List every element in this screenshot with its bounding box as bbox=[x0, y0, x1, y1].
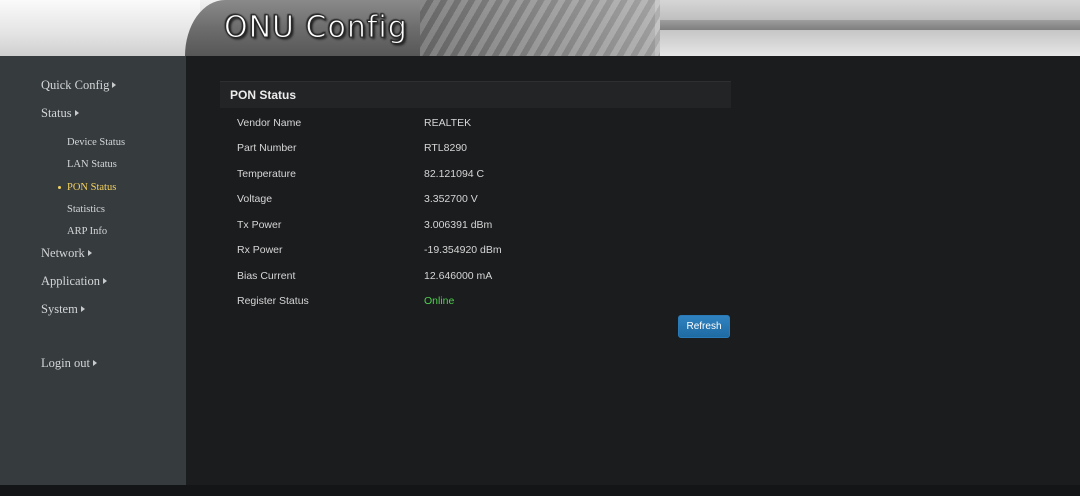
nav-pon-status[interactable]: PON Status bbox=[58, 182, 117, 193]
label-part-number: Part Number bbox=[237, 142, 297, 154]
label-bias-current: Bias Current bbox=[237, 270, 296, 282]
nav-network[interactable]: Network bbox=[41, 246, 92, 261]
refresh-button[interactable]: Refresh bbox=[678, 315, 730, 338]
app-title: ONU Config bbox=[224, 10, 408, 46]
nav-login-out[interactable]: Login out bbox=[41, 356, 97, 371]
caret-right-icon bbox=[87, 250, 92, 257]
value-part-number: RTL8290 bbox=[424, 142, 468, 154]
nav-quick-config[interactable]: Quick Config bbox=[41, 78, 117, 93]
value-tx-power: 3.006391 dBm bbox=[424, 219, 493, 231]
nav-network-label: Network bbox=[41, 246, 85, 260]
sidebar: Quick Config Status Device Status LAN St… bbox=[0, 56, 186, 485]
caret-right-icon bbox=[92, 360, 97, 367]
footer-bar bbox=[0, 485, 1080, 496]
label-tx-power: Tx Power bbox=[237, 219, 282, 231]
nav-system-label: System bbox=[41, 302, 78, 316]
pon-status-panel: PON Status Vendor Name REALTEK Part Numb… bbox=[220, 81, 731, 338]
active-bullet-icon bbox=[58, 186, 61, 189]
nav-application[interactable]: Application bbox=[41, 274, 108, 289]
label-voltage: Voltage bbox=[237, 193, 273, 205]
header-stripe bbox=[660, 20, 1080, 30]
label-vendor-name: Vendor Name bbox=[237, 117, 302, 129]
value-rx-power: -19.354920 dBm bbox=[424, 244, 502, 256]
value-bias-current: 12.646000 mA bbox=[424, 270, 493, 282]
caret-right-icon bbox=[80, 306, 85, 313]
value-register-status: Online bbox=[424, 295, 455, 307]
nav-device-status[interactable]: Device Status bbox=[67, 137, 125, 148]
nav-lan-status[interactable]: LAN Status bbox=[67, 159, 117, 170]
value-vendor-name: REALTEK bbox=[424, 117, 472, 129]
value-voltage: 3.352700 V bbox=[424, 193, 478, 205]
page-title: PON Status bbox=[230, 88, 297, 102]
nav-login-out-label: Login out bbox=[41, 356, 90, 370]
nav-statistics[interactable]: Statistics bbox=[67, 204, 105, 215]
nav-system[interactable]: System bbox=[41, 302, 85, 317]
header-left-panel bbox=[0, 0, 200, 56]
caret-right-icon bbox=[74, 110, 79, 117]
caret-right-icon bbox=[103, 278, 108, 285]
label-rx-power: Rx Power bbox=[237, 244, 283, 256]
nav-application-label: Application bbox=[41, 274, 101, 288]
label-temperature: Temperature bbox=[237, 168, 296, 180]
panel-header: PON Status bbox=[220, 81, 731, 108]
nav-arp-info[interactable]: ARP Info bbox=[67, 226, 107, 237]
header-banner: ONU Config bbox=[0, 0, 1080, 56]
nav-status[interactable]: Status bbox=[41, 106, 79, 121]
value-temperature: 82.121094 C bbox=[424, 168, 485, 180]
nav-quick-config-label: Quick Config bbox=[41, 78, 110, 92]
nav-status-label: Status bbox=[41, 106, 72, 120]
label-register-status: Register Status bbox=[237, 295, 309, 307]
caret-right-icon bbox=[112, 82, 117, 89]
nav-pon-status-label: PON Status bbox=[67, 182, 117, 193]
